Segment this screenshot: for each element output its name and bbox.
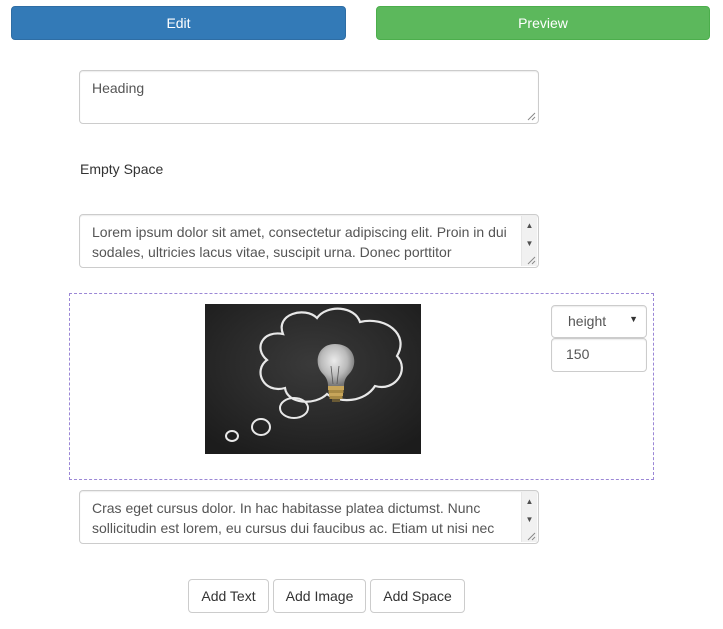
add-text-button[interactable]: Add Text [188, 579, 269, 613]
paragraph-textarea-1[interactable]: Lorem ipsum dolor sit amet, consectetur … [79, 214, 539, 268]
empty-space-label: Empty Space [80, 161, 164, 177]
resize-grip-icon[interactable] [527, 112, 536, 121]
preview-button[interactable]: Preview [376, 6, 710, 40]
chevron-down-icon: ▼ [629, 314, 638, 324]
add-space-label: Add Space [383, 588, 452, 604]
scroll-up-icon[interactable]: ▲ [522, 494, 537, 508]
paragraph-text-2: Cras eget cursus dolor. In hac habitasse… [92, 500, 495, 536]
dimension-value: 150 [566, 346, 590, 362]
add-image-button[interactable]: Add Image [273, 579, 366, 613]
scroll-up-icon[interactable]: ▲ [522, 218, 537, 232]
resize-grip-icon[interactable] [527, 256, 536, 265]
add-text-label: Add Text [201, 588, 256, 604]
add-image-label: Add Image [285, 588, 354, 604]
heading-textarea[interactable]: Heading [79, 70, 539, 124]
paragraph-textarea-2[interactable]: Cras eget cursus dolor. In hac habitasse… [79, 490, 539, 544]
heading-text: Heading [92, 80, 145, 96]
preview-button-label: Preview [518, 15, 568, 31]
dimension-select-value: height [568, 313, 607, 329]
lightbulb-image [205, 304, 421, 454]
dimension-value-input[interactable]: 150 [551, 338, 647, 372]
edit-button[interactable]: Edit [11, 6, 346, 40]
scroll-down-icon[interactable]: ▼ [522, 512, 537, 526]
scroll-down-icon[interactable]: ▼ [522, 236, 537, 250]
edit-button-label: Edit [166, 15, 191, 31]
paragraph-text-1: Lorem ipsum dolor sit amet, consectetur … [92, 224, 507, 260]
add-space-button[interactable]: Add Space [370, 579, 465, 613]
resize-grip-icon[interactable] [527, 532, 536, 541]
lightbulb-thought-icon [205, 304, 421, 454]
dimension-select[interactable]: height ▼ [551, 305, 647, 338]
